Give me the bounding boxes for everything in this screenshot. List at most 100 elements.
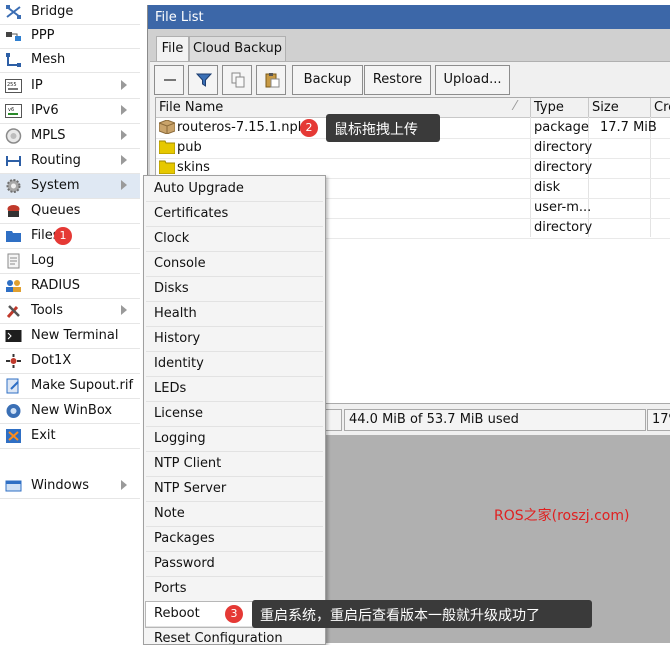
window-title: File List bbox=[155, 10, 204, 25]
sidebar-item-label: MPLS bbox=[31, 128, 66, 143]
svg-text:255: 255 bbox=[7, 82, 17, 88]
menu-item-ntp-client[interactable]: NTP Client bbox=[146, 452, 323, 477]
sidebar-item-label: System bbox=[31, 178, 80, 193]
sidebar-item-label: IPv6 bbox=[31, 103, 59, 118]
bridge-icon bbox=[6, 5, 21, 19]
filter-button[interactable] bbox=[188, 65, 218, 95]
routing-icon bbox=[6, 156, 21, 166]
folder-icon bbox=[6, 231, 21, 242]
tab-label: File bbox=[161, 41, 184, 56]
sidebar-item-windows[interactable]: Windows bbox=[0, 474, 140, 499]
dot1x-icon bbox=[6, 354, 21, 368]
sidebar-item-bridge[interactable]: Bridge bbox=[0, 0, 140, 25]
sidebar-item-label: Tools bbox=[31, 303, 64, 318]
menu-item-health[interactable]: Health bbox=[146, 302, 323, 327]
menu-item-note[interactable]: Note bbox=[146, 502, 323, 527]
mpls-icon bbox=[5, 128, 22, 144]
tools-icon bbox=[6, 305, 20, 319]
menu-item-clock[interactable]: Clock bbox=[146, 227, 323, 252]
menu-item-ports[interactable]: Ports bbox=[146, 577, 323, 602]
sidebar-item-label: PPP bbox=[31, 28, 55, 43]
sidebar-item-label: Windows bbox=[31, 478, 90, 493]
sidebar-item-label: Bridge bbox=[31, 4, 74, 19]
sidebar-item-ppp[interactable]: PPP bbox=[0, 24, 140, 49]
system-gear-icon bbox=[6, 179, 21, 193]
step-badge-1: 1 bbox=[54, 227, 72, 245]
submenu-arrow-icon bbox=[121, 80, 127, 90]
tab-cloud-backup[interactable]: Cloud Backup bbox=[189, 36, 286, 61]
menu-item-logging[interactable]: Logging bbox=[146, 427, 323, 452]
package-icon bbox=[159, 120, 175, 134]
menu-item-auto-upgrade[interactable]: Auto Upgrade bbox=[146, 177, 323, 202]
remove-button[interactable] bbox=[154, 65, 184, 95]
sidebar-item-new-terminal[interactable]: New Terminal bbox=[0, 324, 140, 349]
sidebar-item-log[interactable]: Log bbox=[0, 249, 140, 274]
svg-text:v6: v6 bbox=[8, 107, 14, 113]
sidebar-item-label: Mesh bbox=[31, 52, 66, 67]
submenu-arrow-icon bbox=[121, 180, 127, 190]
file-type-cell: directory bbox=[534, 140, 593, 155]
tab-file[interactable]: File bbox=[156, 36, 189, 62]
file-name-cell: pub bbox=[177, 140, 202, 155]
submenu-arrow-icon bbox=[121, 155, 127, 165]
window-titlebar[interactable]: File List bbox=[148, 5, 670, 29]
submenu-arrow-icon bbox=[121, 105, 127, 115]
backup-button[interactable]: Backup bbox=[292, 65, 363, 95]
supout-icon bbox=[6, 378, 19, 394]
folder-icon bbox=[159, 160, 175, 174]
minus-icon bbox=[164, 79, 176, 81]
menu-item-ntp-server[interactable]: NTP Server bbox=[146, 477, 323, 502]
menu-item-disks[interactable]: Disks bbox=[146, 277, 323, 302]
sidebar-item-make-supout[interactable]: Make Supout.rif bbox=[0, 374, 140, 399]
sidebar-item-new-winbox[interactable]: New WinBox bbox=[0, 399, 140, 424]
sidebar-item-label: Queues bbox=[31, 203, 81, 218]
drag-upload-tooltip: 鼠标拖拽上传 bbox=[326, 114, 440, 142]
folder-icon bbox=[159, 140, 175, 154]
sidebar-item-radius[interactable]: RADIUS bbox=[0, 274, 140, 299]
menu-item-reset-configuration[interactable]: Reset Configuration bbox=[146, 627, 323, 644]
column-header-type[interactable]: Type bbox=[531, 98, 589, 118]
menu-item-history[interactable]: History bbox=[146, 327, 323, 352]
sidebar-item-mesh[interactable]: Mesh bbox=[0, 48, 140, 73]
file-type-cell: package bbox=[534, 120, 589, 135]
file-name-cell: skins bbox=[177, 160, 210, 175]
menu-item-license[interactable]: License bbox=[146, 402, 323, 427]
step-badge-2: 2 bbox=[300, 119, 318, 137]
sidebar-item-ip[interactable]: 255 IP bbox=[0, 74, 140, 99]
menu-item-packages[interactable]: Packages bbox=[146, 527, 323, 552]
sidebar-item-mpls[interactable]: MPLS bbox=[0, 124, 140, 149]
sort-indicator-icon: ⁄ bbox=[514, 99, 517, 114]
mesh-icon bbox=[6, 53, 21, 67]
submenu-arrow-icon bbox=[121, 130, 127, 140]
ip-icon: 255 bbox=[5, 79, 22, 93]
sidebar-item-routing[interactable]: Routing bbox=[0, 149, 140, 174]
menu-item-identity[interactable]: Identity bbox=[146, 352, 323, 377]
menu-item-console[interactable]: Console bbox=[146, 252, 323, 277]
filter-icon bbox=[196, 73, 212, 87]
sidebar-item-dot1x[interactable]: Dot1X bbox=[0, 349, 140, 374]
column-header-creation[interactable]: Cre bbox=[651, 98, 670, 118]
menu-item-certificates[interactable]: Certificates bbox=[146, 202, 323, 227]
radius-icon bbox=[6, 280, 21, 292]
menu-item-password[interactable]: Password bbox=[146, 552, 323, 577]
sidebar-menu: Bridge PPP Mesh 255 IP v6 IPv6 MPLS Rout… bbox=[0, 0, 141, 643]
queues-icon bbox=[7, 205, 20, 217]
sidebar-item-label: Exit bbox=[31, 428, 56, 443]
reboot-tooltip: 重启系统，重启后查看版本一般就升级成功了 bbox=[252, 600, 592, 628]
sidebar-item-exit[interactable]: Exit bbox=[0, 424, 140, 449]
menu-item-leds[interactable]: LEDs bbox=[146, 377, 323, 402]
sidebar-item-label: New WinBox bbox=[31, 403, 113, 418]
file-type-cell: directory bbox=[534, 160, 593, 175]
sidebar-item-system[interactable]: System bbox=[0, 174, 140, 199]
submenu-arrow-icon bbox=[121, 305, 127, 315]
ipv6-icon: v6 bbox=[5, 104, 22, 118]
sidebar-item-tools[interactable]: Tools bbox=[0, 299, 140, 324]
copy-button[interactable] bbox=[222, 65, 252, 95]
restore-button[interactable]: Restore bbox=[364, 65, 431, 95]
column-header-size[interactable]: Size bbox=[589, 98, 651, 118]
paste-button[interactable] bbox=[256, 65, 286, 95]
upload-button[interactable]: Upload... bbox=[435, 65, 510, 95]
sidebar-item-queues[interactable]: Queues bbox=[0, 199, 140, 224]
restore-button-label: Restore bbox=[372, 72, 423, 87]
sidebar-item-ipv6[interactable]: v6 IPv6 bbox=[0, 99, 140, 124]
